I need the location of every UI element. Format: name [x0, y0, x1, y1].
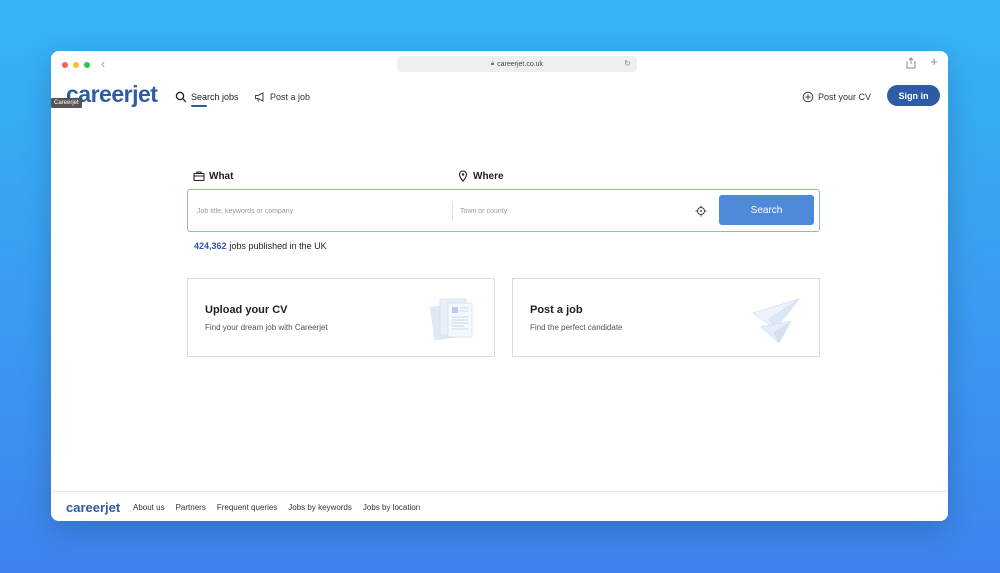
footer-link-partners[interactable]: Partners: [176, 503, 206, 512]
close-window-button[interactable]: [62, 62, 68, 68]
back-icon[interactable]: ‹: [101, 57, 105, 71]
new-tab-icon[interactable]: +: [930, 55, 938, 69]
what-input[interactable]: [197, 202, 447, 220]
what-label-text: What: [209, 170, 234, 182]
briefcase-icon: [193, 171, 205, 182]
lock-icon: 🔒︎: [490, 60, 495, 67]
post-cv-label: Post your CV: [818, 92, 872, 102]
what-label: What: [193, 170, 233, 182]
nav-post-label: Post a job: [270, 92, 311, 102]
footer-link-about[interactable]: About us: [133, 503, 165, 512]
upload-cv-title: Upload your CV: [205, 304, 288, 316]
plus-circle-icon: [802, 91, 814, 103]
post-job-title: Post a job: [530, 304, 583, 316]
job-count-number: 424,362: [194, 241, 227, 251]
crosshair-icon[interactable]: [695, 205, 707, 217]
sign-in-button[interactable]: Sign in: [887, 85, 940, 106]
footer-link-jobs-by-location[interactable]: Jobs by location: [363, 503, 420, 512]
where-input[interactable]: [460, 202, 680, 220]
job-count: 424,362 jobs published in the UK: [194, 241, 327, 251]
upload-cv-card[interactable]: Upload your CV Find your dream job with …: [187, 278, 495, 357]
nav-search-jobs[interactable]: Search jobs: [175, 91, 239, 107]
paper-plane-illustration-icon: [752, 298, 800, 344]
footer-logo[interactable]: careerjet: [66, 500, 120, 515]
documents-illustration-icon: [429, 298, 473, 341]
browser-toolbar: ‹ 🔒︎ careerjet.co.uk ↻ +: [51, 51, 948, 77]
nav-search-label: Search jobs: [191, 92, 239, 102]
address-bar[interactable]: 🔒︎ careerjet.co.uk ↻: [397, 56, 637, 72]
active-tab-underline: [191, 105, 207, 107]
footer-link-jobs-by-keywords[interactable]: Jobs by keywords: [288, 503, 352, 512]
search-divider: [452, 202, 453, 220]
post-cv-link[interactable]: Post your CV: [802, 91, 871, 103]
url-text: careerjet.co.uk: [497, 60, 544, 68]
search-button[interactable]: Search: [719, 195, 814, 225]
job-count-text: jobs published in the UK: [229, 241, 327, 251]
browser-window: ‹ 🔒︎ careerjet.co.uk ↻ + careerjet Caree…: [51, 51, 948, 521]
footer-link-frequent-queries[interactable]: Frequent queries: [217, 503, 277, 512]
footer: careerjet About us Partners Frequent que…: [51, 491, 948, 521]
minimize-window-button[interactable]: [73, 62, 79, 68]
post-job-subtitle: Find the perfect candidate: [530, 323, 623, 332]
nav-post-job[interactable]: Post a job: [254, 91, 310, 103]
footer-links: About us Partners Frequent queries Jobs …: [133, 503, 420, 512]
megaphone-icon: [255, 92, 264, 102]
search-icon: [175, 91, 187, 103]
upload-cv-subtitle: Find your dream job with Careerjet: [205, 323, 328, 332]
post-job-card[interactable]: Post a job Find the perfect candidate: [512, 278, 820, 357]
reload-icon[interactable]: ↻: [624, 59, 631, 68]
location-pin-icon: [458, 170, 468, 182]
share-icon[interactable]: [906, 57, 916, 69]
logo-tooltip: Careerjet: [51, 98, 82, 108]
search-bar: Search: [187, 189, 820, 232]
maximize-window-button[interactable]: [84, 62, 90, 68]
where-label: Where: [457, 170, 504, 182]
where-label-text: Where: [473, 170, 504, 182]
